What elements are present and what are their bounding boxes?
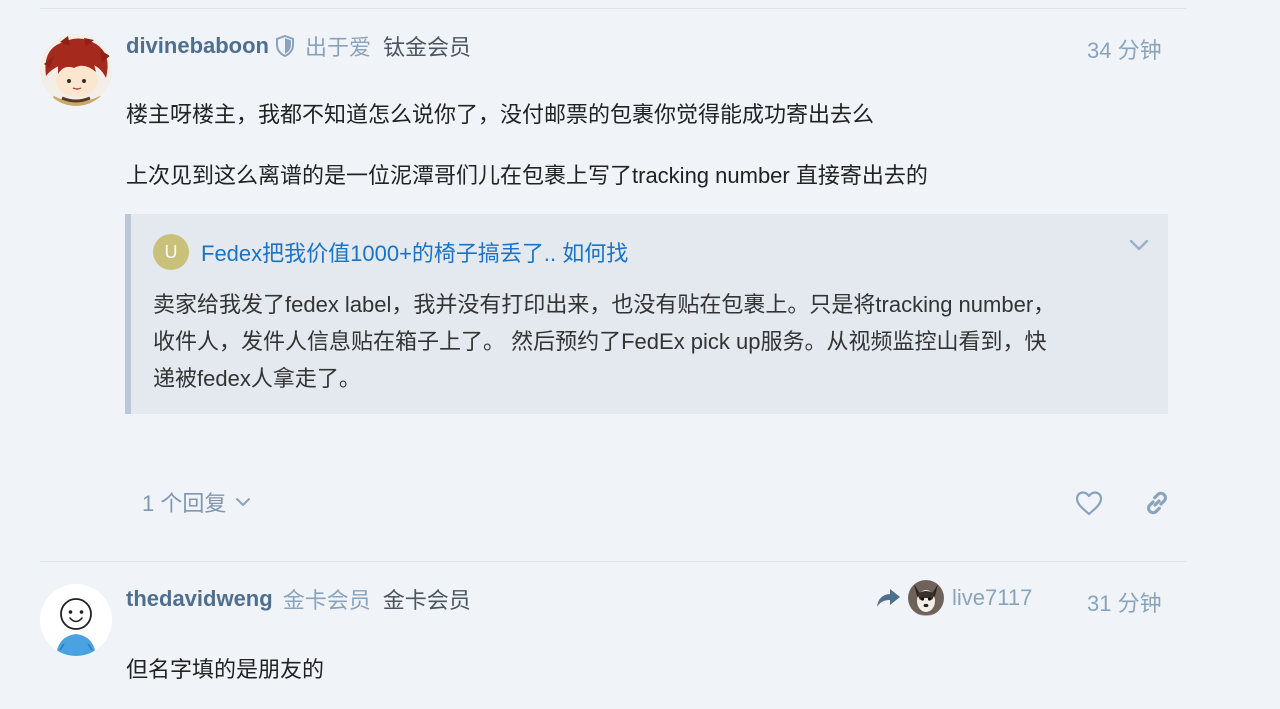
- quote-block: U Fedex把我价值1000+的椅子搞丢了.. 如何找 卖家给我发了fedex…: [125, 214, 1168, 414]
- post-meta: thedavidweng 金卡会员 金卡会员: [126, 581, 471, 617]
- user-badge: 金卡会员: [382, 588, 471, 613]
- post-meta: divinebaboon 出于爱 钛金会员: [126, 28, 471, 64]
- quote-line: 递被fedex人拿走了。: [153, 366, 361, 391]
- cartoon-avatar: [40, 34, 112, 106]
- chevron-down-icon[interactable]: [1128, 234, 1150, 261]
- like-button[interactable]: [1072, 486, 1106, 520]
- post-paragraph: 但名字填的是朋友的: [126, 657, 325, 682]
- user-title: 出于爱: [305, 35, 372, 60]
- heart-icon: [1075, 491, 1103, 516]
- topic-stream: divinebaboon 出于爱 钛金会员 34 分钟 楼主呀楼主，我都不知道怎…: [0, 0, 1280, 709]
- post-time[interactable]: 34 分钟: [1087, 33, 1162, 65]
- username[interactable]: divinebaboon: [126, 33, 269, 59]
- avatar-thedavidweng[interactable]: [40, 584, 112, 656]
- reply-to-username: live7117: [952, 585, 1033, 610]
- chevron-down-icon: [234, 493, 252, 511]
- quote-header[interactable]: U Fedex把我价值1000+的椅子搞丢了.. 如何找: [153, 234, 628, 270]
- reply-to-avatar: [908, 580, 944, 616]
- cartoon-avatar: [40, 584, 112, 656]
- username[interactable]: thedavidweng: [126, 586, 273, 612]
- reply-arrow-icon: [876, 587, 902, 609]
- user-badge: 钛金会员: [383, 35, 472, 60]
- avatar-divinebaboon[interactable]: [40, 34, 112, 106]
- quote-line: 卖家给我发了fedex label，我并没有打印出来，也没有贴在包裹上。只是将t…: [153, 292, 1056, 317]
- user-title: 金卡会员: [282, 588, 371, 613]
- show-replies-button[interactable]: 1 个回复: [142, 486, 252, 518]
- replies-count-label: 1 个回复: [142, 491, 227, 516]
- post-divider: [40, 561, 1186, 562]
- shield-icon: [275, 35, 295, 57]
- quote-avatar: U: [153, 234, 189, 270]
- post-paragraph: 楼主呀楼主，我都不知道怎么说你了，没付邮票的包裹你觉得能成功寄出去么: [126, 102, 875, 127]
- quote-body: 卖家给我发了fedex label，我并没有打印出来，也没有贴在包裹上。只是将t…: [153, 286, 1153, 397]
- post-divider: [40, 8, 1186, 9]
- link-icon: [1147, 491, 1167, 515]
- quote-line: 收件人，发件人信息贴在箱子上了。 然后预约了FedEx pick up服务。从视…: [153, 329, 1047, 354]
- reply-to-tab[interactable]: live7117: [876, 580, 1032, 616]
- post-time[interactable]: 31 分钟: [1087, 586, 1162, 618]
- share-link-button[interactable]: [1140, 486, 1174, 520]
- post-paragraph: 上次见到这么离谱的是一位泥潭哥们儿在包裹上写了tracking number 直…: [126, 163, 928, 188]
- quote-topic-link[interactable]: Fedex把我价值1000+的椅子搞丢了.. 如何找: [201, 236, 628, 268]
